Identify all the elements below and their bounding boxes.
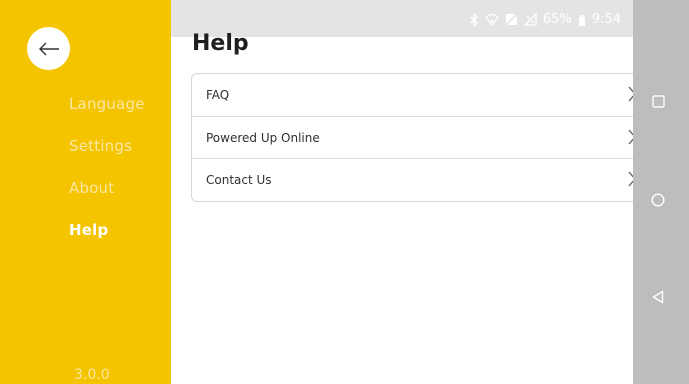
arrow-left-icon [38, 42, 59, 55]
help-item-label: Contact Us [206, 173, 272, 187]
sidebar-item-settings[interactable]: Settings [69, 137, 132, 155]
status-time: 9:54 [591, 12, 621, 27]
back-button[interactable] [27, 27, 70, 70]
navigation-bar [633, 0, 689, 384]
sidebar-item-about[interactable]: About [69, 179, 114, 197]
circle-icon[interactable] [651, 193, 665, 207]
bluetooth-icon [470, 12, 478, 27]
sidebar-item-help[interactable]: Help [69, 221, 108, 239]
help-item-powered-up-online[interactable]: Powered Up Online [192, 116, 636, 159]
help-item-faq[interactable]: FAQ [192, 74, 636, 116]
sidebar-item-language[interactable]: Language [69, 95, 145, 113]
help-item-label: FAQ [206, 88, 230, 102]
square-icon[interactable] [652, 95, 665, 108]
battery-icon [578, 14, 585, 26]
wifi-icon [484, 13, 499, 26]
help-list: FAQ Powered Up Online Contact Us [191, 73, 636, 202]
battery-percent: 65% [542, 12, 572, 27]
help-item-contact-us[interactable]: Contact Us [192, 158, 636, 201]
app-version: 3.0.0 [74, 367, 110, 383]
sidebar: Language Settings About Help 3.0.0 [0, 0, 171, 384]
status-right: 65% 9:54 [469, 12, 621, 27]
help-item-label: Powered Up Online [206, 131, 320, 145]
cellular-signal-icon [523, 13, 537, 26]
triangle-back-icon[interactable] [652, 290, 664, 304]
signal-off-icon [505, 13, 518, 26]
page-title: Help [192, 31, 249, 56]
